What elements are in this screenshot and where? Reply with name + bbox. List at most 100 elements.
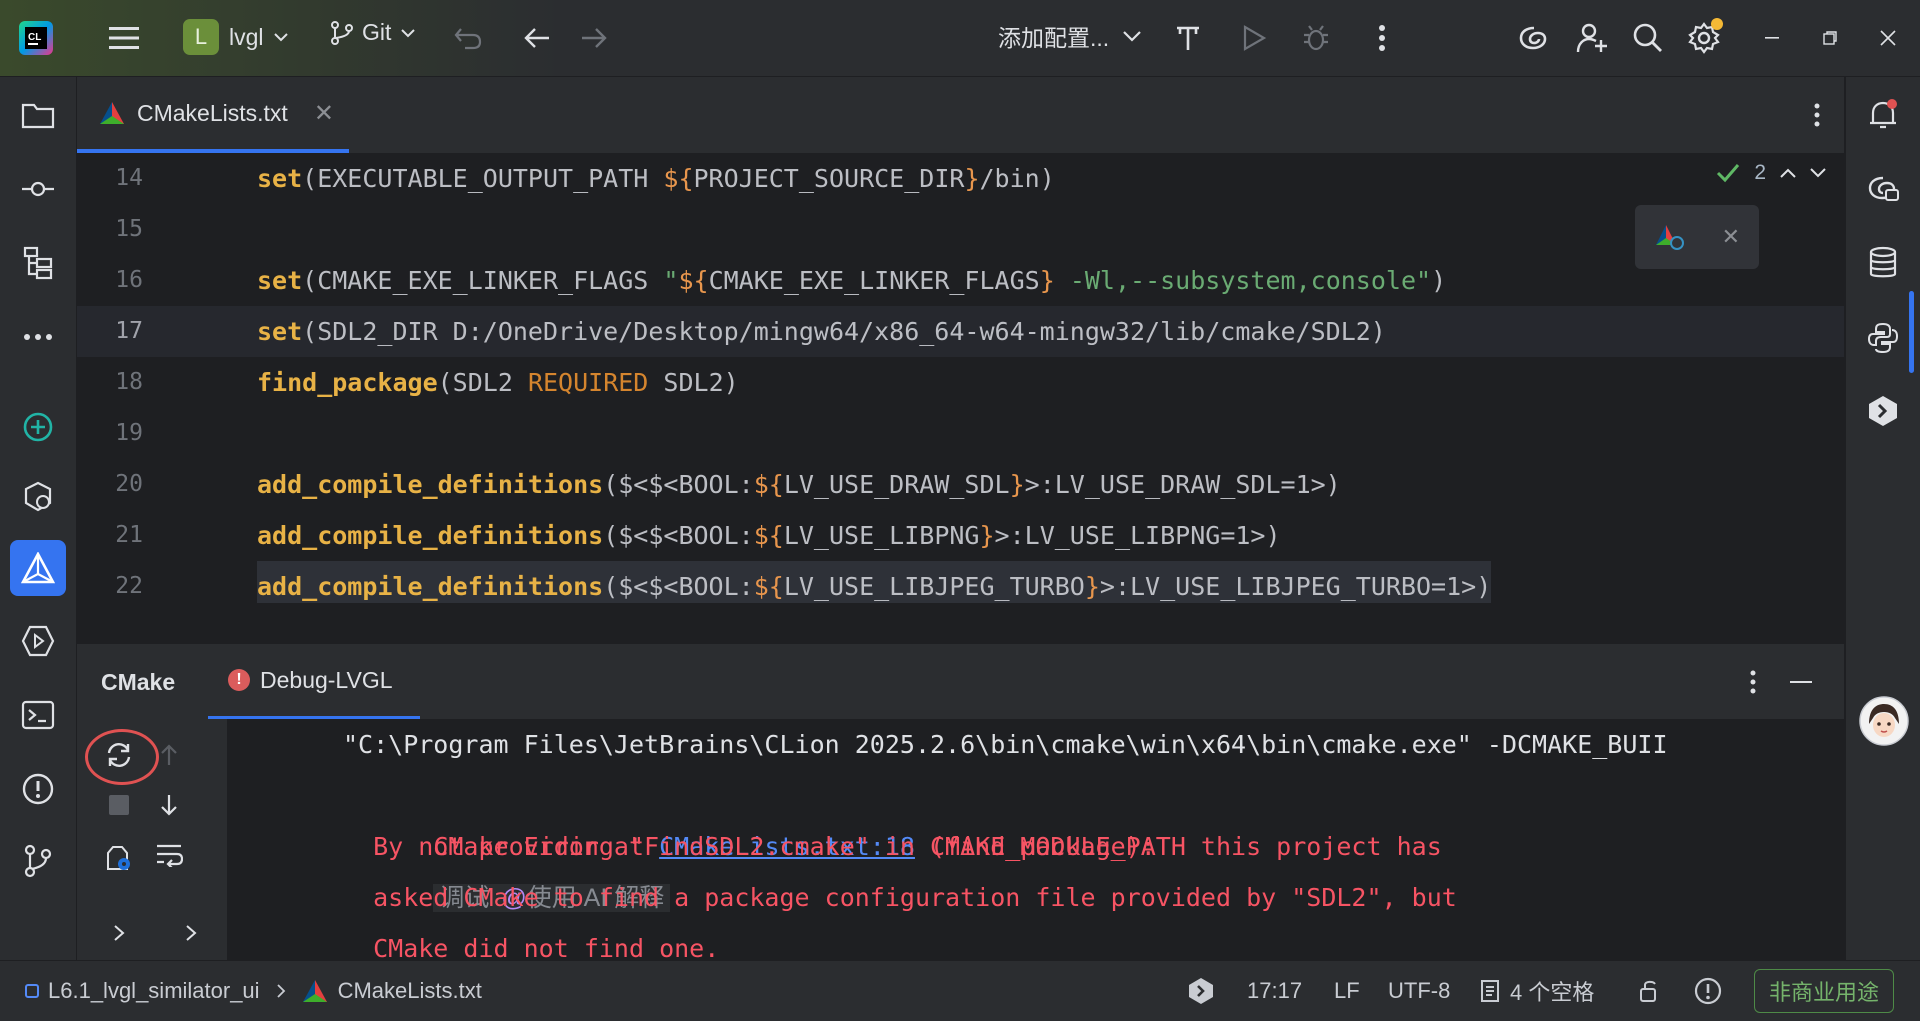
close-icon[interactable]: ✕ bbox=[1722, 224, 1740, 250]
git-branch-icon bbox=[330, 20, 354, 46]
problems-icon[interactable] bbox=[16, 767, 60, 811]
cmake-file-icon bbox=[99, 101, 125, 125]
right-tool-strip bbox=[1845, 77, 1920, 960]
arrow-up-icon[interactable] bbox=[147, 733, 191, 777]
database-icon[interactable] bbox=[1861, 241, 1905, 285]
hide-tool-window-icon[interactable] bbox=[1779, 660, 1823, 704]
cmake-settings-icon[interactable] bbox=[97, 836, 141, 880]
chevron-right-icon[interactable] bbox=[169, 911, 213, 955]
code-line: 21 add_compile_definitions($<$<BOOL:${LV… bbox=[77, 510, 1844, 561]
undo-icon[interactable] bbox=[446, 16, 490, 60]
code-line: 20 add_compile_definitions($<$<BOOL:${LV… bbox=[77, 459, 1844, 510]
terminal-icon[interactable] bbox=[16, 693, 60, 737]
code-line: 16 set(CMAKE_EXE_LINKER_FLAGS "${CMAKE_E… bbox=[77, 255, 1844, 306]
build-hammer-icon[interactable] bbox=[1166, 16, 1210, 60]
forward-arrow-icon[interactable] bbox=[572, 16, 616, 60]
tab-label: CMakeLists.txt bbox=[137, 99, 288, 126]
stop-icon[interactable] bbox=[97, 783, 141, 827]
code-editor[interactable]: 14 set(EXECUTABLE_OUTPUT_PATH ${PROJECT_… bbox=[77, 153, 1844, 603]
tab-debug-lvgl[interactable]: ! Debug-LVGL bbox=[208, 644, 420, 720]
git-icon[interactable] bbox=[16, 839, 60, 883]
line-number: 14 bbox=[115, 165, 143, 191]
module-icon bbox=[24, 983, 40, 999]
line-separator[interactable]: LF bbox=[1334, 961, 1360, 1021]
caret-position[interactable]: 17:17 bbox=[1247, 961, 1302, 1021]
clion-logo-icon[interactable]: CL bbox=[14, 16, 58, 60]
project-badge: L bbox=[183, 19, 219, 55]
restore-icon[interactable] bbox=[1808, 16, 1852, 60]
chevron-right-icon bbox=[276, 983, 286, 999]
breadcrumb-file[interactable]: CMakeLists.txt bbox=[338, 978, 482, 1004]
vcs-widget[interactable]: Git bbox=[330, 19, 416, 46]
cmake-reload-popup: ✕ bbox=[1635, 205, 1759, 269]
line-number: 20 bbox=[115, 471, 143, 497]
file-lock-icon[interactable] bbox=[1638, 961, 1662, 1021]
line-number: 16 bbox=[115, 267, 143, 293]
chevron-right-icon[interactable] bbox=[97, 911, 141, 955]
code-text: set(CMAKE_EXE_LINKER_FLAGS "${CMAKE_EXE_… bbox=[257, 266, 1447, 295]
cmake-file-icon bbox=[302, 979, 328, 1003]
error-icon: ! bbox=[228, 669, 250, 691]
update-badge bbox=[1711, 18, 1723, 30]
line-number: 22 bbox=[115, 573, 143, 599]
chevron-up-icon[interactable] bbox=[1780, 168, 1796, 178]
soft-wrap-icon[interactable] bbox=[147, 833, 191, 877]
console-error-message: By not providing "FindSDL2.cmake" in CMA… bbox=[343, 832, 1442, 861]
tool-more-icon[interactable] bbox=[1731, 660, 1775, 704]
code-line: 15 bbox=[77, 204, 1844, 255]
active-indicator bbox=[1909, 291, 1914, 373]
cmake-reload-icon[interactable] bbox=[1654, 223, 1684, 251]
commit-icon[interactable] bbox=[16, 167, 60, 211]
breadcrumb-project[interactable]: L6.1_lvgl_similator_ui bbox=[48, 978, 260, 1004]
close-window-icon[interactable] bbox=[1866, 16, 1910, 60]
tab-label: Debug-LVGL bbox=[260, 666, 393, 693]
main-menu-icon[interactable] bbox=[102, 16, 146, 60]
more-vertical-icon[interactable] bbox=[1360, 16, 1404, 60]
line-number: 15 bbox=[115, 216, 143, 242]
avatar[interactable] bbox=[1858, 695, 1910, 747]
cmake-tool-window-header: CMake ! Debug-LVGL bbox=[77, 643, 1844, 720]
file-encoding[interactable]: UTF-8 bbox=[1388, 961, 1450, 1021]
vcs-label: Git bbox=[362, 19, 392, 45]
cmake-tool-icon[interactable] bbox=[10, 540, 66, 596]
chevron-down-icon bbox=[401, 28, 416, 38]
debug-bug-icon[interactable] bbox=[1294, 16, 1338, 60]
run-config-selector[interactable]: 添加配置... bbox=[998, 19, 1141, 53]
console-error-message: asked CMake to find a package configurat… bbox=[343, 883, 1457, 912]
notifications-bell-icon[interactable] bbox=[1861, 93, 1905, 137]
tabs-more-icon[interactable] bbox=[1795, 93, 1839, 137]
more-tools-icon[interactable] bbox=[16, 315, 60, 359]
ai-assistant-icon[interactable] bbox=[1512, 16, 1556, 60]
license-badge[interactable]: 非商业用途 bbox=[1754, 961, 1895, 1021]
inspection-widget[interactable]: 2 bbox=[1716, 161, 1826, 185]
jetbrains-ai-icon[interactable] bbox=[1861, 389, 1905, 433]
inspection-count: 2 bbox=[1754, 161, 1766, 184]
add-plugin-icon[interactable] bbox=[16, 405, 60, 449]
chevron-down-icon[interactable] bbox=[1810, 168, 1826, 178]
project-folder-icon[interactable] bbox=[16, 93, 60, 137]
left-tool-strip bbox=[0, 77, 77, 960]
indent-setting[interactable]: 4 个空格 bbox=[1480, 961, 1594, 1021]
structure-icon[interactable] bbox=[16, 241, 60, 285]
add-user-icon[interactable] bbox=[1570, 16, 1614, 60]
back-arrow-icon[interactable] bbox=[515, 16, 559, 60]
tab-cmakelists[interactable]: CMakeLists.txt ✕ bbox=[77, 77, 349, 153]
run-icon[interactable] bbox=[1232, 16, 1276, 60]
tool-window-title: CMake bbox=[101, 669, 176, 695]
license-label: 非商业用途 bbox=[1754, 969, 1895, 1013]
project-name: lvgl bbox=[229, 23, 264, 50]
project-switcher[interactable]: L lvgl bbox=[183, 19, 288, 55]
python-console-icon[interactable] bbox=[1861, 315, 1905, 359]
jetbrains-ai-status-icon[interactable] bbox=[1188, 961, 1214, 1021]
code-line: 22 add_compile_definitions($<$<BOOL:${LV… bbox=[77, 561, 1844, 603]
arrow-down-icon[interactable] bbox=[147, 783, 191, 827]
chevron-down-icon bbox=[273, 32, 288, 42]
cmake-console-output[interactable]: "C:\Program Files\JetBrains\CLion 2025.2… bbox=[265, 719, 1844, 960]
search-icon[interactable] bbox=[1626, 16, 1670, 60]
ai-chat-icon[interactable] bbox=[1861, 167, 1905, 211]
run-tool-icon[interactable] bbox=[16, 619, 60, 663]
services-icon[interactable] bbox=[16, 475, 60, 519]
close-icon[interactable]: ✕ bbox=[314, 99, 334, 128]
minimize-icon[interactable] bbox=[1750, 16, 1794, 60]
problems-status-icon[interactable] bbox=[1694, 961, 1722, 1021]
